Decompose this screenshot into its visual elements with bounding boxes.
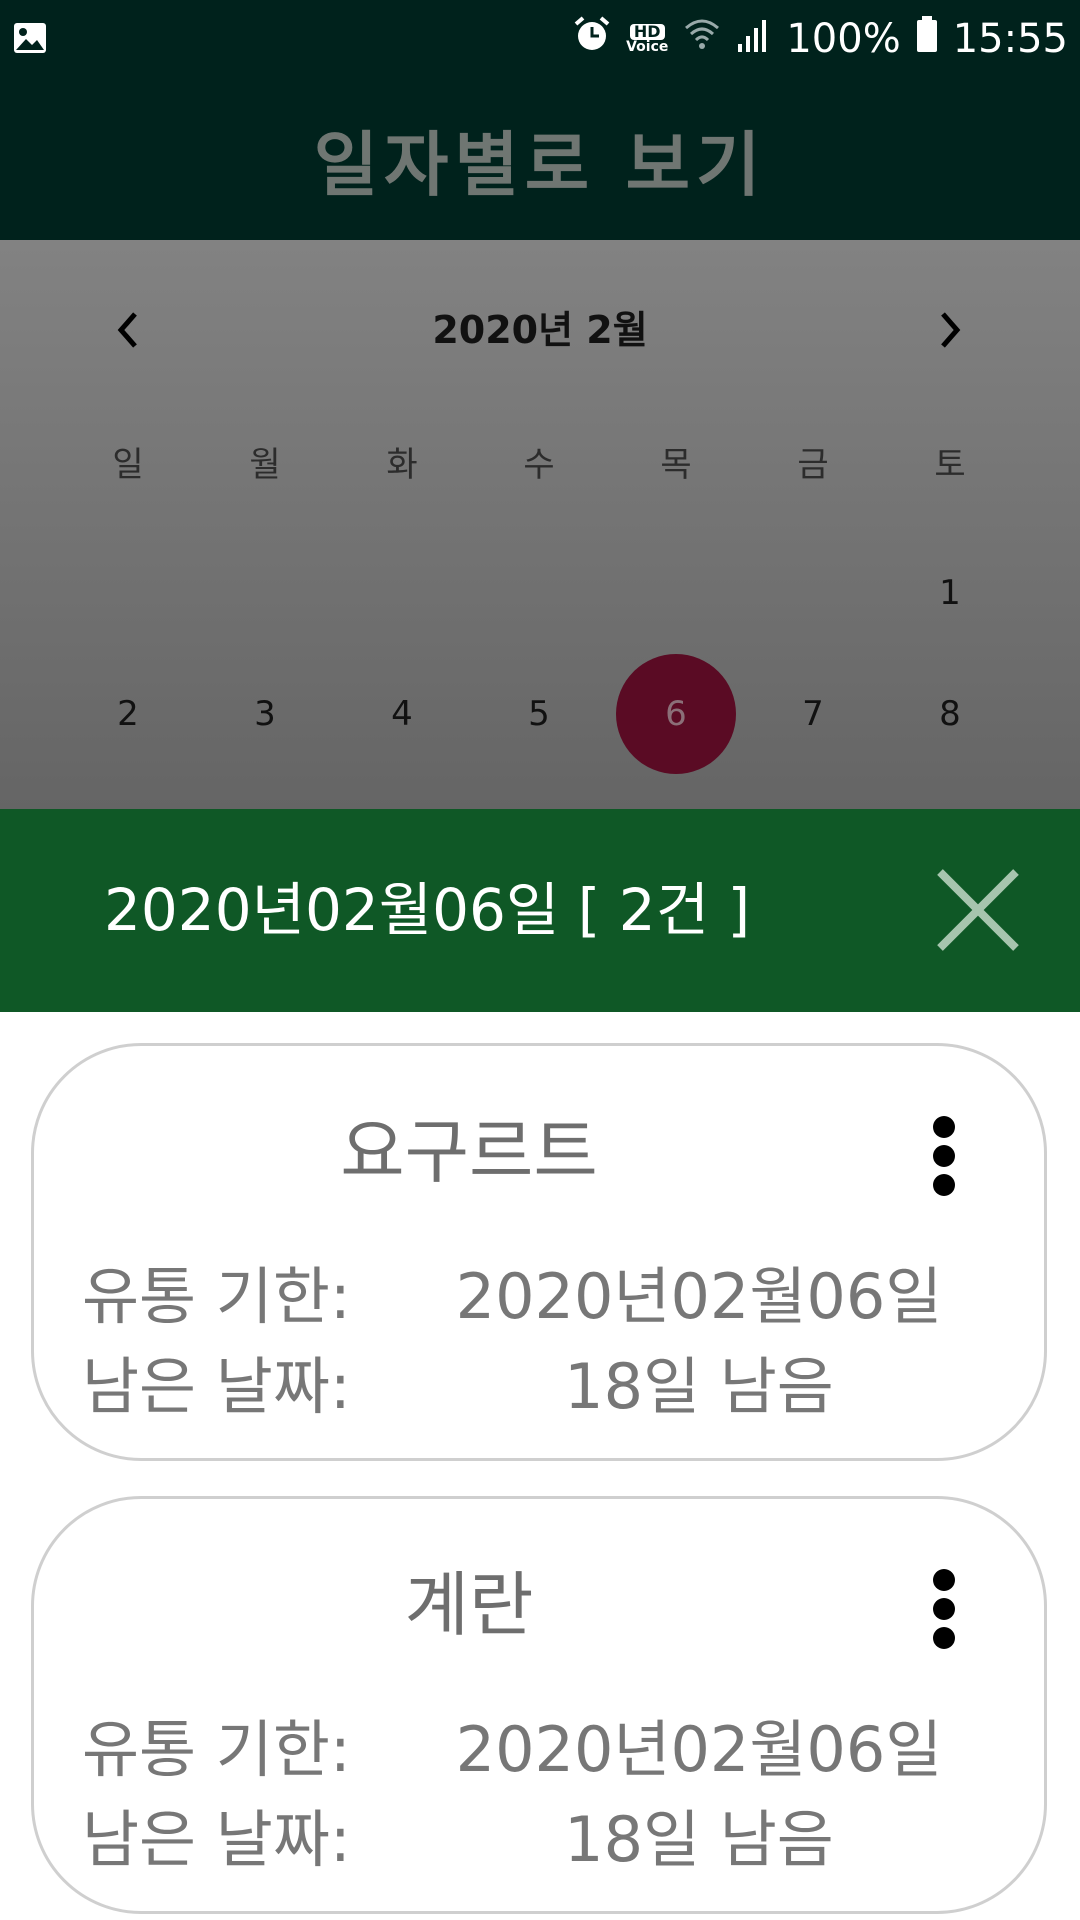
status-icons: HD Voice 100% 15:55 bbox=[572, 0, 1068, 78]
more-options-icon[interactable] bbox=[914, 1116, 974, 1236]
calendar-day[interactable]: 3 bbox=[215, 654, 315, 774]
selected-day-header: 2020년02월06일 [ 2건 ] bbox=[0, 809, 1080, 1012]
item-card[interactable]: 요구르트 유통 기한: 2020년02월06일 남은 날짜: 18일 남음 bbox=[31, 1043, 1047, 1461]
remaining-value: 18일 남음 bbox=[564, 1803, 834, 1876]
weekday-tue: 화 bbox=[386, 445, 418, 485]
calendar-day[interactable]: 2 bbox=[78, 654, 178, 774]
hd-voice-icon: HD Voice bbox=[626, 24, 669, 55]
calendar-month-label: 2020년 2월 bbox=[432, 308, 648, 352]
expiry-value: 2020년02월06일 bbox=[455, 1260, 943, 1333]
app-bar: 일자별로 보기 bbox=[0, 78, 1080, 240]
calendar: 2020년 2월 일 월 화 수 목 금 토 1 2 3 4 5 6 7 8 bbox=[0, 240, 1080, 809]
weekday-mon: 월 bbox=[249, 445, 281, 485]
alarm-icon bbox=[572, 14, 612, 64]
page-title: 일자별로 보기 bbox=[313, 123, 767, 206]
remaining-value: 18일 남음 bbox=[564, 1350, 834, 1423]
clock: 15:55 bbox=[952, 16, 1068, 62]
calendar-day[interactable]: 5 bbox=[489, 654, 589, 774]
chevron-right-icon bbox=[941, 312, 961, 348]
calendar-day[interactable]: 8 bbox=[900, 654, 1000, 774]
calendar-weekdays: 일 월 화 수 목 금 토 bbox=[0, 440, 1080, 490]
calendar-day[interactable]: 1 bbox=[900, 533, 1000, 653]
wifi-icon bbox=[682, 14, 722, 64]
status-bar: HD Voice 100% 15:55 bbox=[0, 0, 1080, 78]
previous-month-button[interactable] bbox=[98, 300, 158, 360]
item-card[interactable]: 계란 유통 기한: 2020년02월06일 남은 날짜: 18일 남음 bbox=[31, 1496, 1047, 1914]
signal-icon bbox=[736, 14, 772, 64]
remaining-label: 남은 날짜: bbox=[82, 1803, 351, 1876]
expiry-value: 2020년02월06일 bbox=[455, 1713, 943, 1786]
next-month-button[interactable] bbox=[920, 300, 980, 360]
weekday-sat: 토 bbox=[934, 445, 966, 485]
item-name: 계란 bbox=[404, 1564, 534, 1646]
item-name: 요구르트 bbox=[340, 1111, 598, 1193]
battery-percent: 100% bbox=[786, 16, 901, 62]
calendar-day[interactable]: 4 bbox=[352, 654, 452, 774]
close-icon bbox=[937, 869, 1019, 951]
gallery-notification-icon bbox=[12, 20, 48, 60]
screen: HD Voice 100% 15:55 일자별로 보기 2020년 2월 일 월… bbox=[0, 0, 1080, 1920]
expiry-label: 유통 기한: bbox=[82, 1260, 351, 1333]
more-options-icon[interactable] bbox=[914, 1569, 974, 1689]
calendar-day[interactable]: 7 bbox=[763, 654, 863, 774]
voice-label: Voice bbox=[626, 39, 669, 55]
remaining-label: 남은 날짜: bbox=[82, 1350, 351, 1423]
calendar-header: 2020년 2월 bbox=[0, 300, 1080, 360]
battery-icon bbox=[915, 14, 939, 64]
weekday-sun: 일 bbox=[112, 445, 144, 485]
calendar-day-selected[interactable]: 6 bbox=[626, 654, 726, 774]
expiry-label: 유통 기한: bbox=[82, 1713, 351, 1786]
selected-day-title: 2020년02월06일 [ 2건 ] bbox=[104, 876, 751, 944]
weekday-fri: 금 bbox=[797, 445, 829, 485]
close-button[interactable] bbox=[928, 860, 1028, 960]
chevron-left-icon bbox=[117, 312, 137, 348]
weekday-wed: 수 bbox=[523, 445, 555, 485]
weekday-thu: 목 bbox=[660, 445, 692, 485]
hd-label: HD bbox=[629, 24, 665, 40]
